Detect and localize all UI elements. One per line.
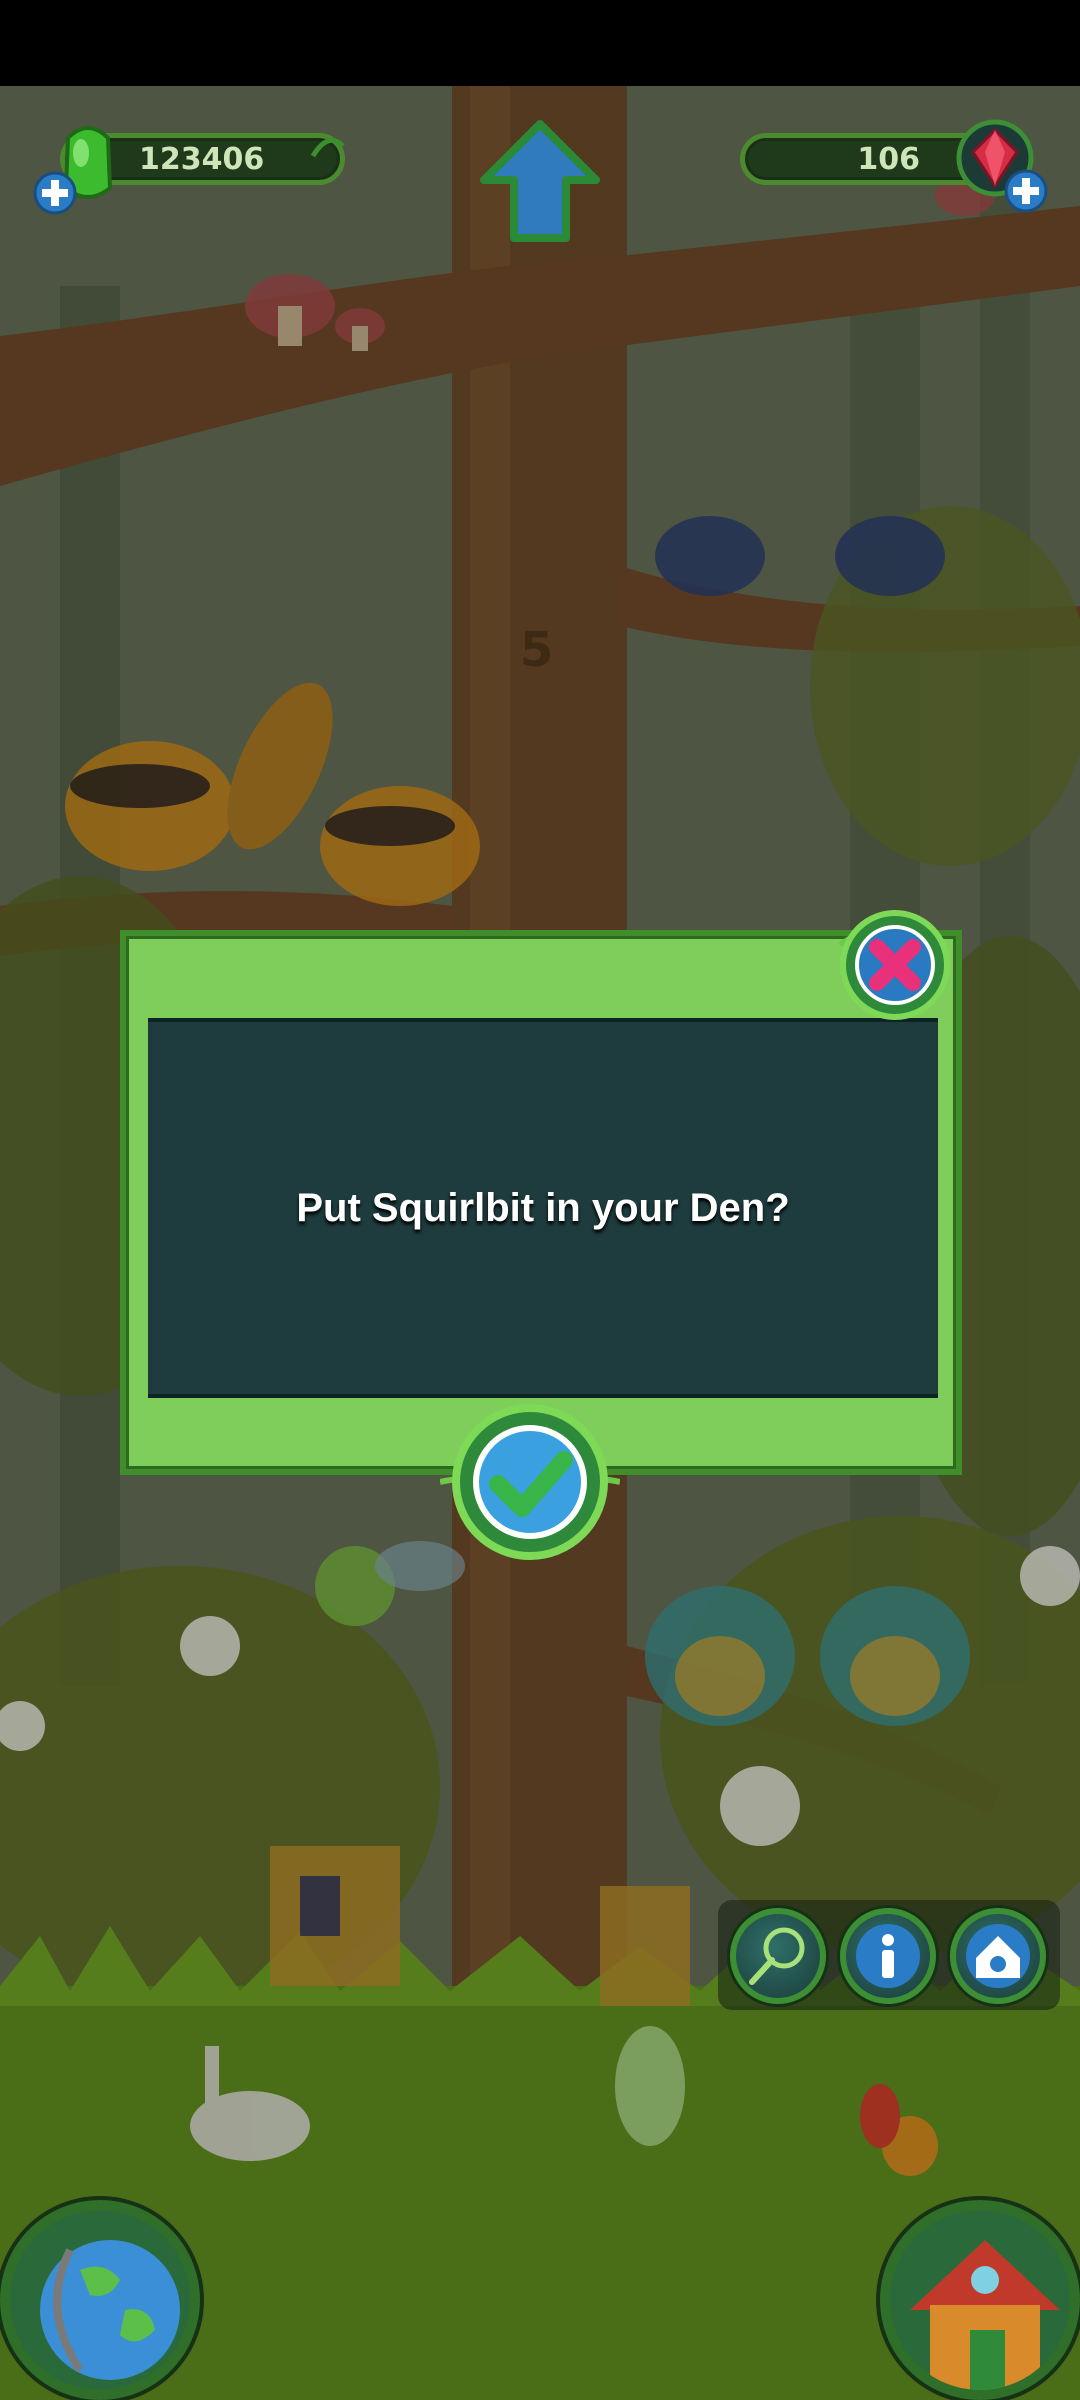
den-button[interactable] <box>950 1908 1046 2004</box>
dialog-message-panel: Put Squirlbit in your Den? <box>148 1018 938 1398</box>
svg-text:5: 5 <box>520 622 553 678</box>
globe-icon <box>40 2240 180 2380</box>
confirm-button[interactable] <box>440 1402 620 1562</box>
gem-currency-value: 106 <box>857 141 920 177</box>
den-icon <box>966 1924 1030 1988</box>
vine-decoration-icon <box>310 137 345 158</box>
info-icon <box>856 1924 920 1988</box>
up-arrow-icon[interactable] <box>478 118 602 248</box>
green-currency-value: 123406 <box>139 141 265 177</box>
catch-net-button[interactable] <box>730 1908 826 2004</box>
add-green-currency-button[interactable] <box>32 170 78 216</box>
home-house-button[interactable] <box>880 2200 1080 2400</box>
add-gem-button[interactable] <box>1003 168 1049 214</box>
dialog-message: Put Squirlbit in your Den? <box>296 1185 790 1230</box>
status-bar <box>0 0 1080 86</box>
net-icon <box>749 1927 805 1985</box>
house-icon <box>910 2240 1060 2390</box>
close-button[interactable] <box>835 905 955 1025</box>
world-map-button[interactable] <box>0 2200 200 2400</box>
info-button[interactable] <box>840 1908 936 2004</box>
